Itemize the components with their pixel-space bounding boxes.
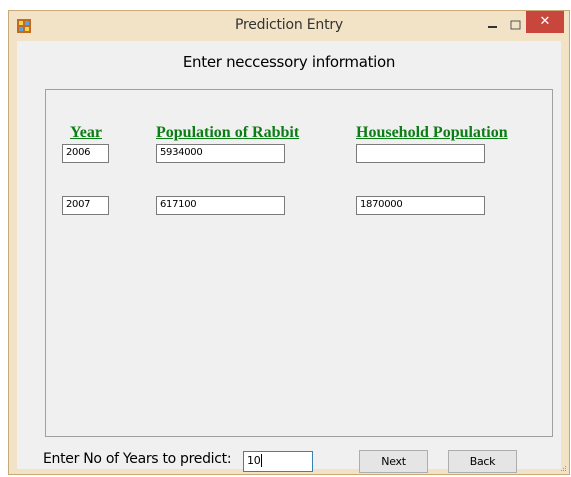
household-column-header: Household Population: [356, 124, 508, 141]
rabbit-population-input[interactable]: 617100: [156, 196, 285, 215]
entry-group-box: Year Population of Rabbit Household Popu…: [45, 89, 553, 437]
years-to-predict-label: Enter No of Years to predict:: [43, 451, 232, 467]
form-client-area: Enter neccessory information Year Popula…: [17, 41, 561, 473]
next-button[interactable]: Next: [359, 450, 428, 473]
minimize-icon[interactable]: [482, 15, 504, 37]
close-icon[interactable]: ✕: [526, 11, 564, 33]
maximize-icon[interactable]: [505, 15, 527, 37]
title-bar[interactable]: Prediction Entry ✕: [9, 11, 569, 41]
household-population-input[interactable]: 1870000: [356, 196, 485, 215]
rabbit-column-header: Population of Rabbit: [156, 124, 300, 141]
year-input[interactable]: 2006: [62, 144, 109, 163]
year-column-header: Year: [70, 124, 102, 141]
years-to-predict-value: 10: [247, 454, 261, 467]
rabbit-population-input[interactable]: 5934000: [156, 144, 285, 163]
back-button[interactable]: Back: [448, 450, 517, 473]
prediction-entry-window: Prediction Entry ✕ Enter neccessory info…: [8, 10, 570, 475]
years-to-predict-input[interactable]: 10: [243, 451, 313, 472]
resize-grip-icon[interactable]: [559, 464, 567, 472]
household-population-input[interactable]: [356, 144, 485, 163]
form-heading: Enter neccessory information: [182, 53, 396, 71]
year-input[interactable]: 2007: [62, 196, 109, 215]
